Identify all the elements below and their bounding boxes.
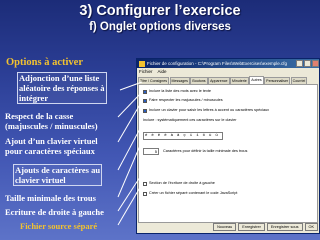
tab-messages[interactable]: Messages — [169, 77, 190, 84]
label-virtual-keyboard: Ajout d’un clavier virtuel pour caractèr… — [5, 136, 98, 156]
tab-other[interactable]: Autres — [249, 76, 264, 84]
option-case-sensitive-label: Faire respecter les majuscules / minuscu… — [149, 98, 223, 102]
options-panel: Inclure la liste des mots avec le texte … — [138, 84, 318, 223]
section-heading: Options à activer — [6, 57, 83, 68]
save-button[interactable]: Enregistrer — [238, 223, 265, 231]
app-icon — [139, 60, 145, 67]
option-keyboard[interactable]: Inclure un clavier pour saisir les lettr… — [143, 108, 269, 113]
slide-title: 3) Configurer l’exercice — [79, 3, 241, 19]
close-button[interactable] — [312, 60, 319, 67]
option-case-sensitive[interactable]: Faire respecter les majuscules / minuscu… — [143, 98, 223, 103]
maximize-button[interactable] — [304, 60, 311, 67]
label-separate-file: Fichier source séparé — [20, 221, 98, 231]
save-as-button[interactable]: Enregistrer sous — [266, 223, 303, 231]
window-button-bar: Nouveau Enregistrer Enregistrer sous OK — [137, 223, 319, 231]
slide-subtitle: f) Onglet options diverses — [89, 21, 231, 33]
label-rtl: Ecriture de droite à gauche — [5, 207, 104, 217]
new-button[interactable]: Nouveau — [213, 223, 237, 231]
label-case: Respect de la casse (majuscules / minusc… — [5, 111, 98, 131]
option-separate-file[interactable]: Créer un fichier séparé contenant le cod… — [143, 191, 237, 196]
keyboard-chars-input[interactable]: é è ê ë à â ç ï î ô ù û — [143, 132, 223, 140]
checkbox-case-sensitive[interactable] — [143, 98, 147, 103]
menu-file[interactable]: Fichier — [139, 69, 153, 74]
checkbox-rtl[interactable] — [143, 181, 147, 186]
tab-email[interactable]: Courriel — [290, 77, 308, 84]
keyboard-hint: Inclure : systématiquement ces caractère… — [143, 118, 236, 123]
checkbox-keyboard[interactable] — [143, 108, 147, 113]
tab-buttons[interactable]: Boutons — [190, 77, 208, 84]
option-rtl-label: Section de l’écriture de droite à gauche — [149, 181, 215, 185]
label-add-chars: Ajouts de caractères au clavier virtuel — [13, 164, 103, 186]
tab-customize[interactable]: Personnaliser — [264, 77, 291, 84]
tab-title[interactable]: Titre / Consignes — [138, 77, 170, 84]
checkbox-random-list[interactable] — [143, 89, 147, 94]
window-title: Fichier de configuration - C:\Program Fi… — [147, 61, 287, 66]
label-random-answers: Adjonction d’une liste aléatoire des rép… — [17, 72, 107, 104]
min-size-label: Caractères pour définir la taille minima… — [163, 149, 248, 153]
tab-appearance[interactable]: Apparence — [208, 77, 230, 84]
option-rtl[interactable]: Section de l’écriture de droite à gauche — [143, 181, 215, 186]
menu-help[interactable]: Aide — [158, 69, 167, 74]
checkbox-separate-file[interactable] — [143, 191, 147, 196]
ok-button[interactable]: OK — [304, 223, 318, 231]
option-separate-file-label: Créer un fichier séparé contenant le cod… — [149, 191, 238, 195]
keyboard-hint-label: Inclure : systématiquement ces caractère… — [143, 118, 237, 122]
menubar: Fichier Aide — [137, 68, 319, 75]
tab-timer[interactable]: Minuterie — [230, 77, 249, 84]
window-titlebar: Fichier de configuration - C:\Program Fi… — [137, 59, 319, 68]
option-random-list[interactable]: Inclure la liste des mots avec le texte — [143, 89, 211, 94]
min-size-input[interactable]: 5 — [143, 148, 159, 155]
tab-strip: Titre / Consignes Messages Boutons Appar… — [137, 75, 319, 84]
label-min-size: Taille minimale des trous — [5, 193, 96, 203]
config-window: Fichier de configuration - C:\Program Fi… — [136, 58, 320, 234]
minimize-button[interactable] — [296, 60, 303, 67]
option-random-list-label: Inclure la liste des mots avec le texte — [149, 89, 212, 93]
option-keyboard-label: Inclure un clavier pour saisir les lettr… — [149, 108, 270, 112]
